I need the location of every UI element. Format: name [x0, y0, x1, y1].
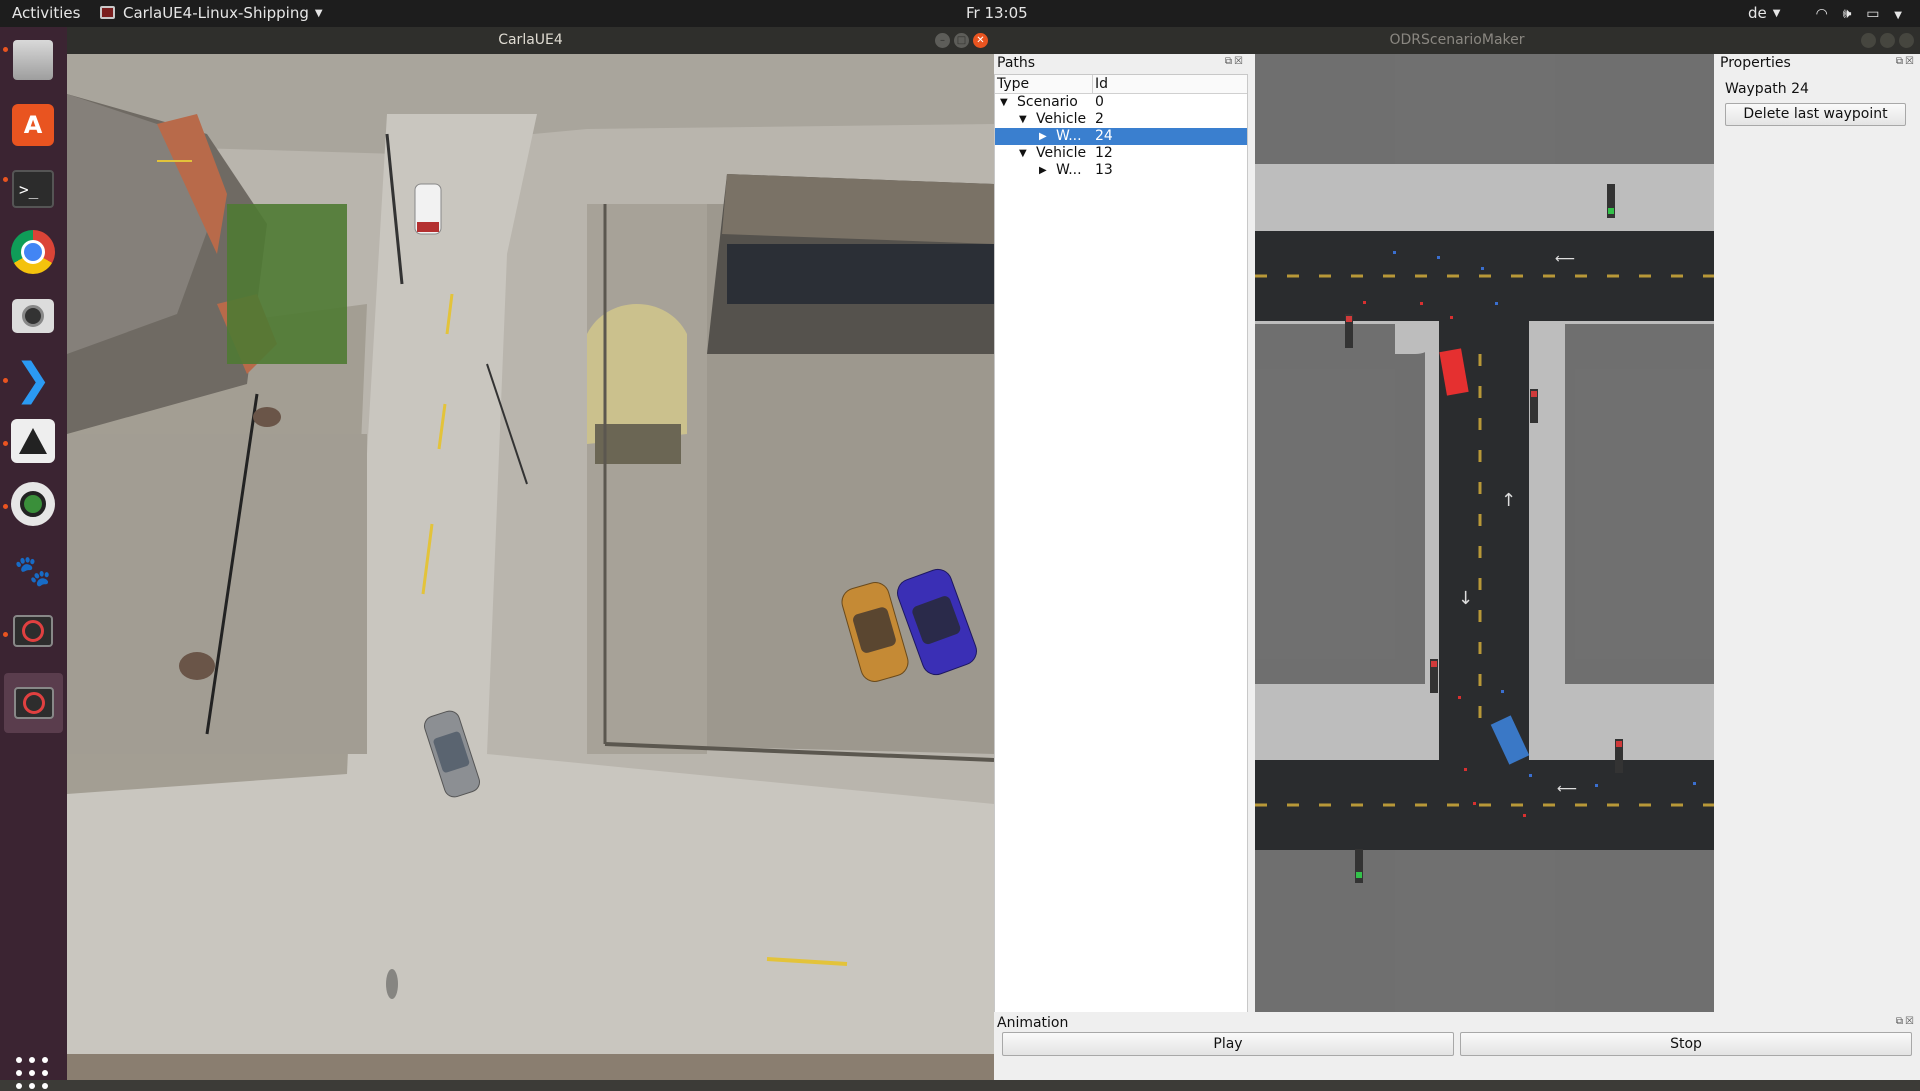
- language-label: de: [1748, 4, 1767, 22]
- odr-window: ODRScenarioMaker Paths ⧉☒ Type Id ▼ Scen…: [994, 27, 1920, 1080]
- terminal-icon[interactable]: >_: [12, 170, 54, 208]
- expand-arrow-icon[interactable]: ▼: [1019, 111, 1027, 128]
- activities-button[interactable]: Activities: [12, 4, 80, 22]
- blocked-app-icon: [13, 687, 54, 719]
- tree-row[interactable]: ▼ Vehicle 2: [995, 111, 1247, 128]
- system-tray[interactable]: ◠ 🕪 ▭ ▼: [1806, 4, 1902, 22]
- close-icon[interactable]: ☒: [1234, 56, 1245, 67]
- tree-row-type: Scenario: [1017, 94, 1078, 110]
- tree-row-id: 2: [1095, 111, 1104, 127]
- simulation-viewport[interactable]: [67, 54, 994, 1080]
- tree-row-type: W...: [1056, 128, 1082, 144]
- svg-text:↑: ↑: [1501, 490, 1516, 511]
- minimize-icon[interactable]: –: [935, 33, 950, 48]
- tree-header: Type Id: [995, 75, 1247, 94]
- clock[interactable]: Fr 13:05: [966, 4, 1028, 22]
- chevron-down-icon: ▼: [1772, 8, 1781, 19]
- carla-window: CarlaUE4 – □ ✕: [67, 27, 994, 1080]
- chevron-down-icon: ▼: [1894, 10, 1902, 21]
- camera-icon[interactable]: [12, 299, 54, 333]
- properties-panel: Properties ⧉☒ Waypath 24 Delete last way…: [1715, 54, 1920, 1012]
- tree-row-id: 24: [1095, 128, 1113, 144]
- active-app-highlight[interactable]: [4, 673, 63, 733]
- gimp-icon[interactable]: 🐾: [8, 546, 58, 596]
- city-scene: [67, 54, 994, 1080]
- road-map-view[interactable]: ⟵ ↑ ↓ ⟵: [1255, 54, 1714, 1012]
- delete-last-waypoint-button[interactable]: Delete last waypoint: [1725, 103, 1906, 126]
- chrome-icon[interactable]: [11, 230, 55, 274]
- tree-row-type: Vehicle: [1036, 145, 1087, 161]
- tree-row-id: 12: [1095, 145, 1113, 161]
- window-title: CarlaUE4: [498, 32, 563, 48]
- tree-row-selected[interactable]: ▶ W... 24: [995, 128, 1247, 145]
- language-menu[interactable]: de ▼: [1748, 4, 1780, 22]
- running-indicator: [3, 504, 8, 509]
- collapsed-arrow-icon[interactable]: ▶: [1039, 162, 1047, 179]
- float-icon[interactable]: ⧉: [1896, 1016, 1905, 1027]
- battery-icon: ▭: [1866, 6, 1880, 22]
- tree-row[interactable]: ▼ Vehicle 12: [995, 145, 1247, 162]
- float-icon[interactable]: ⧉: [1896, 56, 1905, 67]
- paths-tree[interactable]: Type Id ▼ Scenario 0 ▼ Vehicle 2 ▶ W... …: [994, 74, 1248, 1013]
- app-menu[interactable]: CarlaUE4-Linux-Shipping ▼: [100, 4, 323, 22]
- panel-controls[interactable]: ⧉☒: [1225, 56, 1245, 67]
- svg-text:⟵: ⟵: [1557, 781, 1577, 797]
- stop-button[interactable]: Stop: [1460, 1032, 1912, 1056]
- properties-subtitle: Waypath 24: [1725, 81, 1809, 97]
- chevron-down-icon: ▼: [314, 8, 323, 19]
- running-indicator: [3, 177, 8, 182]
- running-indicator: [3, 47, 8, 52]
- paths-title: Paths: [997, 55, 1036, 71]
- volume-icon: 🕪: [1842, 6, 1852, 22]
- close-icon[interactable]: ☒: [1905, 1016, 1916, 1027]
- inkscape-icon[interactable]: [11, 419, 55, 463]
- close-icon[interactable]: ✕: [973, 33, 988, 48]
- svg-text:↓: ↓: [1458, 588, 1473, 609]
- software-center-icon[interactable]: A: [12, 104, 54, 146]
- tree-row-type: W...: [1056, 162, 1082, 178]
- close-icon[interactable]: [1899, 33, 1914, 48]
- maximize-icon[interactable]: [1880, 33, 1895, 48]
- collapsed-arrow-icon[interactable]: ▶: [1039, 128, 1047, 145]
- panel-controls[interactable]: ⧉☒: [1896, 56, 1916, 67]
- eye-icon[interactable]: [11, 482, 55, 526]
- properties-title: Properties: [1720, 55, 1791, 71]
- road-network: ⟵ ↑ ↓ ⟵: [1255, 54, 1714, 1012]
- expand-arrow-icon[interactable]: ▼: [1019, 145, 1027, 162]
- svg-text:⟵: ⟵: [1555, 251, 1575, 267]
- show-applications-icon[interactable]: [16, 1057, 50, 1091]
- window-title: ODRScenarioMaker: [1389, 32, 1525, 48]
- dock: A >_ ❯ 🐾: [0, 27, 67, 1089]
- app-icon: [100, 6, 115, 19]
- maximize-icon[interactable]: □: [954, 33, 969, 48]
- panel-controls[interactable]: ⧉☒: [1896, 1016, 1916, 1027]
- tree-row[interactable]: ▼ Scenario 0: [995, 94, 1247, 111]
- wifi-icon: ◠: [1815, 6, 1828, 22]
- tree-row-type: Vehicle: [1036, 111, 1087, 127]
- running-indicator: [3, 632, 8, 637]
- odr-titlebar[interactable]: ODRScenarioMaker: [994, 27, 1920, 54]
- app-menu-label: CarlaUE4-Linux-Shipping: [123, 4, 309, 22]
- animation-title: Animation: [997, 1015, 1069, 1031]
- expand-arrow-icon[interactable]: ▼: [1000, 94, 1008, 111]
- tree-row-id: 13: [1095, 162, 1113, 178]
- running-indicator: [3, 441, 8, 446]
- files-icon[interactable]: [13, 40, 53, 80]
- play-button[interactable]: Play: [1002, 1032, 1454, 1056]
- tree-row[interactable]: ▶ W... 13: [995, 162, 1247, 179]
- tree-row-id: 0: [1095, 94, 1104, 110]
- column-header-type[interactable]: Type: [997, 76, 1029, 92]
- carla-titlebar[interactable]: CarlaUE4 – □ ✕: [67, 27, 994, 54]
- minimize-icon[interactable]: [1861, 33, 1876, 48]
- vscode-icon[interactable]: ❯: [8, 354, 58, 405]
- paths-panel: Paths ⧉☒ Type Id ▼ Scenario 0 ▼ Vehicle …: [994, 54, 1249, 1013]
- close-icon[interactable]: ☒: [1905, 56, 1916, 67]
- top-bar: Activities CarlaUE4-Linux-Shipping ▼ Fr 1…: [0, 0, 1920, 27]
- column-header-id[interactable]: Id: [1095, 76, 1108, 92]
- float-icon[interactable]: ⧉: [1225, 56, 1234, 67]
- blocked-app-icon[interactable]: [13, 615, 53, 647]
- animation-panel: Animation ⧉☒ Play Stop: [994, 1012, 1920, 1080]
